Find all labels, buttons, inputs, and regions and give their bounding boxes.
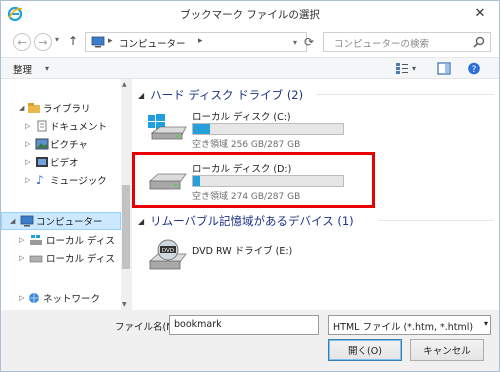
filetype-select[interactable]: HTML ファイル (*.htm, *.html) ▾ [328, 315, 491, 335]
sidebar-item-label: ピクチャ [50, 140, 88, 151]
scroll-up-icon[interactable]: ▲ [122, 81, 127, 88]
breadcrumb-separator[interactable]: ▸ [198, 36, 203, 46]
refresh-button[interactable]: ⟳ [304, 35, 314, 49]
organize-menu[interactable]: 整理 [13, 62, 32, 76]
arrow-right-icon: → [38, 35, 48, 49]
sidebar-item-computer[interactable]: ◢ コンピューター [1, 212, 121, 230]
music-note-icon: ♪ [36, 173, 44, 187]
group-divider [316, 94, 494, 95]
search-input[interactable]: コンピューターの検索 [323, 32, 491, 52]
expand-icon: ▷ [19, 254, 25, 262]
computer-icon [20, 215, 34, 227]
group-title: ハード ディスク ドライブ (2) [150, 88, 304, 102]
expand-icon: ◢ [19, 104, 25, 112]
search-placeholder: コンピューターの検索 [334, 39, 430, 50]
svg-text:?: ? [472, 65, 477, 75]
view-options-icon[interactable] [395, 62, 409, 75]
up-button[interactable]: ↑ [68, 34, 78, 48]
recent-locations-dropdown[interactable]: ▾ [55, 35, 59, 44]
window-title: ブックマーク ファイルの選択 [180, 9, 320, 21]
group-header-removable[interactable]: ◢ リムーバブル記憶域があるデバイス (1) [138, 213, 354, 229]
dvd-drive-icon: DVD [148, 239, 187, 270]
command-bar: 整理 ▾ ▾ ? [1, 57, 499, 79]
filetype-value: HTML ファイル (*.htm, *.html) [333, 322, 474, 333]
hard-drive-icon [29, 255, 43, 263]
documents-icon [37, 120, 47, 132]
drive-free-space: 空き領域 256 GB/287 GB [192, 140, 301, 150]
sidebar-item-videos[interactable]: ▷ ビデオ [1, 153, 121, 171]
collapse-icon: ◢ [138, 216, 145, 226]
chevron-down-icon: ▾ [45, 64, 50, 73]
chevron-down-icon: ▾ [481, 319, 488, 328]
breadcrumb-separator[interactable]: ▸ [108, 36, 113, 46]
libraries-icon [28, 103, 40, 113]
close-icon: ✕ [474, 5, 486, 21]
back-button[interactable]: ← [13, 33, 31, 51]
address-bar[interactable]: ▸ コンピューター ▸ [85, 32, 307, 52]
preview-pane-icon[interactable] [437, 62, 451, 75]
sidebar-item-label: ミュージック [50, 176, 107, 187]
network-icon [29, 293, 39, 303]
videos-icon [36, 157, 48, 167]
expand-icon: ▷ [25, 122, 31, 130]
drive-item-c[interactable]: ローカル ディスク (C:) 空き領域 256 GB/287 GB [146, 107, 346, 150]
sidebar-item-documents[interactable]: ▷ ドキュメント [1, 117, 121, 135]
scrollbar-thumb[interactable] [122, 185, 130, 269]
scroll-down-icon[interactable]: ▼ [122, 301, 127, 308]
expand-icon: ▷ [19, 236, 25, 244]
group-header-hard-disks[interactable]: ◢ ハード ディスク ドライブ (2) [138, 87, 303, 103]
expand-icon: ▷ [19, 294, 25, 302]
cancel-button[interactable]: キャンセル [410, 339, 484, 361]
view-dropdown[interactable]: ▾ [412, 64, 416, 73]
expand-icon: ◢ [10, 217, 16, 225]
breadcrumb-computer[interactable]: コンピューター [119, 36, 186, 50]
expand-icon: ▷ [25, 140, 31, 148]
drive-name: ローカル ディスク (C:) [192, 112, 291, 123]
svg-text:DVD: DVD [162, 248, 174, 254]
group-title: リムーバブル記憶域があるデバイス (1) [150, 214, 354, 228]
navigation-pane: ◢ ライブラリ ▷ ドキュメント ▷ ピクチャ ▷ ビデオ ▷ ♪ ミュージック… [1, 79, 131, 310]
address-history-dropdown[interactable]: ▾ [293, 38, 297, 47]
sidebar-item-label: ローカル ディス [46, 236, 115, 247]
sidebar-item-label: ライブラリ [43, 104, 91, 115]
sidebar-item-libraries[interactable]: ◢ ライブラリ [1, 99, 121, 117]
sidebar-item-network[interactable]: ▷ ネットワーク [1, 289, 121, 307]
group-divider [378, 220, 494, 221]
computer-icon [91, 36, 105, 48]
highlight-box [132, 152, 375, 208]
sidebar-item-pictures[interactable]: ▷ ピクチャ [1, 135, 121, 153]
sidebar-item-local-disk-d[interactable]: ▷ ローカル ディス [1, 249, 121, 267]
dialog-footer: ファイル名(N): bookmark HTML ファイル (*.htm, *.h… [1, 310, 499, 371]
drive-name: DVD RW ドライブ (E:) [192, 246, 293, 257]
search-icon [473, 36, 485, 48]
file-dialog: ブックマーク ファイルの選択 ✕ ← → ▾ ↑ ▸ コンピューター ▸ ▾ ⟳… [0, 0, 500, 372]
expand-icon: ▷ [25, 176, 31, 184]
expand-icon: ▷ [25, 158, 31, 166]
sidebar-item-label: ドキュメント [50, 122, 108, 133]
drive-item-e[interactable]: DVD DVD RW ドライブ (E:) [146, 235, 346, 277]
sidebar-item-local-disk-c[interactable]: ▷ ローカル ディス [1, 231, 121, 249]
sidebar-item-label: ビデオ [50, 158, 79, 169]
collapse-icon: ◢ [138, 90, 145, 100]
sidebar-item-label: ローカル ディス [46, 254, 115, 265]
filename-field[interactable]: bookmark [169, 315, 319, 335]
windows-drive-icon [148, 114, 187, 140]
forward-button[interactable]: → [34, 33, 52, 51]
drive-usage-bar [192, 123, 344, 135]
close-button[interactable]: ✕ [465, 4, 495, 22]
navigation-scrollbar[interactable]: ▲ ▼ [121, 79, 131, 310]
drive-usage-fill [193, 124, 210, 134]
windows-drive-icon [30, 235, 42, 245]
sidebar-item-label: コンピューター [36, 217, 103, 228]
sidebar-item-music[interactable]: ▷ ♪ ミュージック [1, 171, 121, 189]
pictures-icon [35, 138, 49, 150]
arrow-left-icon: ← [17, 35, 27, 49]
title-bar: ブックマーク ファイルの選択 ✕ [1, 1, 499, 27]
navigation-bar: ← → ▾ ↑ ▸ コンピューター ▸ ▾ ⟳ コンピューターの検索 [1, 27, 499, 57]
sidebar-item-label: ネットワーク [43, 294, 101, 305]
help-icon[interactable]: ? [467, 62, 481, 75]
open-button[interactable]: 開く(O) [328, 339, 402, 361]
